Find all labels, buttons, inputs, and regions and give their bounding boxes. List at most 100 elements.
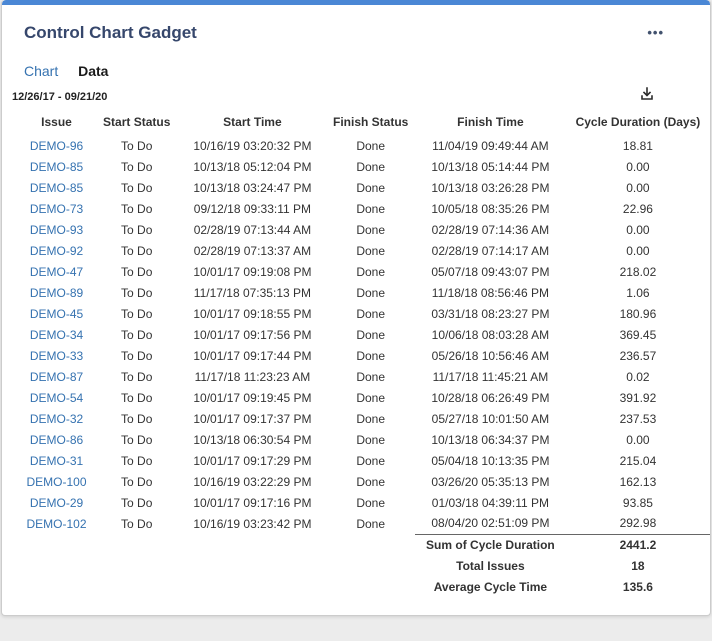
table-cell: 10/16/19 03:23:42 PM	[193, 516, 312, 531]
issue-link[interactable]: DEMO-100	[26, 475, 86, 489]
table-cell: 0.00	[626, 243, 650, 258]
summary-label: Average Cycle Time	[433, 579, 548, 594]
control-chart-gadget-card: Control Chart Gadget ••• Chart Data 12/2…	[1, 0, 711, 616]
table-row: DEMO-96 To Do 10/16/19 03:20:32 PM Done 11/0…	[18, 135, 710, 156]
issue-link[interactable]: DEMO-73	[30, 202, 83, 216]
gadget-menu-button[interactable]: •••	[647, 26, 664, 39]
issue-link[interactable]: DEMO-32	[30, 412, 83, 426]
issue-link[interactable]: DEMO-85	[30, 160, 83, 174]
table-cell: 01/03/18 04:39:11 PM	[431, 495, 549, 510]
issue-link[interactable]: DEMO-92	[30, 244, 83, 258]
table-cell: 10/06/18 08:03:28 AM	[431, 327, 550, 342]
issue-link[interactable]: DEMO-29	[30, 496, 83, 510]
issue-link[interactable]: DEMO-89	[30, 286, 83, 300]
table-cell: 237.53	[619, 411, 657, 426]
gadget-title: Control Chart Gadget	[24, 23, 197, 42]
table-cell: 10/01/17 09:17:29 PM	[193, 453, 312, 468]
table-cell: 0.00	[626, 222, 650, 237]
table-header-row: Issue Start Status Start Time Finish Status…	[18, 113, 710, 135]
table-cell: To Do	[121, 138, 153, 153]
column-header: Start Status	[103, 115, 171, 129]
table-row: DEMO-47 To Do 10/01/17 09:19:08 PM Done 05/0…	[18, 261, 710, 282]
table-cell: Done	[356, 474, 385, 489]
table-cell: Done	[356, 306, 385, 321]
issue-link[interactable]: DEMO-85	[30, 181, 83, 195]
issue-link[interactable]: DEMO-86	[30, 433, 83, 447]
table-cell: Done	[356, 327, 385, 342]
download-icon[interactable]	[639, 86, 655, 102]
issue-link[interactable]: DEMO-102	[26, 517, 86, 531]
table-cell: 0.00	[626, 159, 650, 174]
issue-link[interactable]: DEMO-93	[30, 223, 83, 237]
table-cell: 10/01/17 09:17:56 PM	[193, 327, 312, 342]
table-cell: 292.98	[619, 516, 657, 531]
table-cell: Done	[356, 180, 385, 195]
table-cell: 180.96	[619, 306, 657, 321]
table-cell: 0.02	[626, 369, 650, 384]
table-cell: To Do	[121, 348, 153, 363]
issue-link[interactable]: DEMO-47	[30, 265, 83, 279]
tab-chart[interactable]: Chart	[24, 63, 58, 79]
table-cell: 18.81	[622, 138, 653, 153]
table-cell: Done	[356, 411, 385, 426]
table-cell: 10/01/17 09:17:37 PM	[193, 411, 312, 426]
issue-cell: DEMO-89	[18, 282, 95, 303]
table-cell: 22.96	[622, 201, 653, 216]
issue-link[interactable]: DEMO-96	[30, 139, 83, 153]
table-row: DEMO-54 To Do 10/01/17 09:19:45 PM Done 10/2…	[18, 387, 710, 408]
issue-cell: DEMO-96	[18, 135, 95, 156]
table-cell: To Do	[121, 243, 153, 258]
issue-cell: DEMO-54	[18, 387, 95, 408]
summary-row: Total Issues 18	[18, 555, 710, 576]
issue-link[interactable]: DEMO-31	[30, 454, 83, 468]
column-header: Start Time	[223, 115, 282, 129]
table-cell: To Do	[121, 369, 153, 384]
issue-link[interactable]: DEMO-87	[30, 370, 83, 384]
issue-cell: DEMO-92	[18, 240, 95, 261]
gadget-tabs: Chart Data	[2, 43, 710, 79]
table-row: DEMO-86 To Do 10/13/18 06:30:54 PM Done 10/1…	[18, 429, 710, 450]
table-row: DEMO-85 To Do 10/13/18 05:12:04 PM Done 10/1…	[18, 156, 710, 177]
summary-spacer	[18, 555, 415, 576]
summary-row: Average Cycle Time 135.6	[18, 576, 710, 597]
table-row: DEMO-32 To Do 10/01/17 09:17:37 PM Done 05/2…	[18, 408, 710, 429]
table-cell: 162.13	[619, 474, 657, 489]
table-cell: Done	[356, 453, 385, 468]
table-cell: 02/28/19 07:14:17 AM	[431, 243, 550, 258]
table-cell: To Do	[121, 264, 153, 279]
table-cell: 05/26/18 10:56:46 AM	[431, 348, 550, 363]
issue-link[interactable]: DEMO-33	[30, 349, 83, 363]
table-cell: 10/13/18 06:30:54 PM	[193, 432, 312, 447]
table-cell: 10/28/18 06:26:49 PM	[431, 390, 550, 405]
table-cell: Done	[356, 159, 385, 174]
table-cell: 215.04	[619, 453, 657, 468]
date-range-label: 12/26/17 - 09/21/20	[12, 91, 108, 103]
table-cell: 10/05/18 08:35:26 PM	[431, 201, 550, 216]
issue-cell: DEMO-86	[18, 429, 95, 450]
table-cell: Done	[356, 369, 385, 384]
issue-cell: DEMO-31	[18, 450, 95, 471]
issue-cell: DEMO-87	[18, 366, 95, 387]
summary-spacer	[18, 534, 415, 555]
table-row: DEMO-89 To Do 11/17/18 07:35:13 PM Done 11/1…	[18, 282, 710, 303]
download-icon-svg	[641, 87, 653, 100]
table-cell: To Do	[121, 180, 153, 195]
tab-data[interactable]: Data	[78, 63, 108, 79]
table-cell: 02/28/19 07:13:44 AM	[193, 222, 312, 237]
table-row: DEMO-92 To Do 02/28/19 07:13:37 AM Done 02/2…	[18, 240, 710, 261]
gadget-header: Control Chart Gadget •••	[2, 5, 710, 43]
issue-cell: DEMO-34	[18, 324, 95, 345]
issue-link[interactable]: DEMO-34	[30, 328, 83, 342]
issue-cell: DEMO-45	[18, 303, 95, 324]
issue-cell: DEMO-100	[18, 471, 95, 492]
issue-link[interactable]: DEMO-45	[30, 307, 83, 321]
table-cell: Done	[356, 432, 385, 447]
table-row: DEMO-73 To Do 09/12/18 09:33:11 PM Done 10/0…	[18, 198, 710, 219]
table-row: DEMO-29 To Do 10/01/17 09:17:16 PM Done 01/0…	[18, 492, 710, 513]
table-cell: 10/01/17 09:17:16 PM	[193, 495, 312, 510]
table-cell: To Do	[121, 432, 153, 447]
issue-cell: DEMO-73	[18, 198, 95, 219]
issue-link[interactable]: DEMO-54	[30, 391, 83, 405]
table-cell: 10/13/18 06:34:37 PM	[431, 432, 550, 447]
table-cell: To Do	[121, 453, 153, 468]
